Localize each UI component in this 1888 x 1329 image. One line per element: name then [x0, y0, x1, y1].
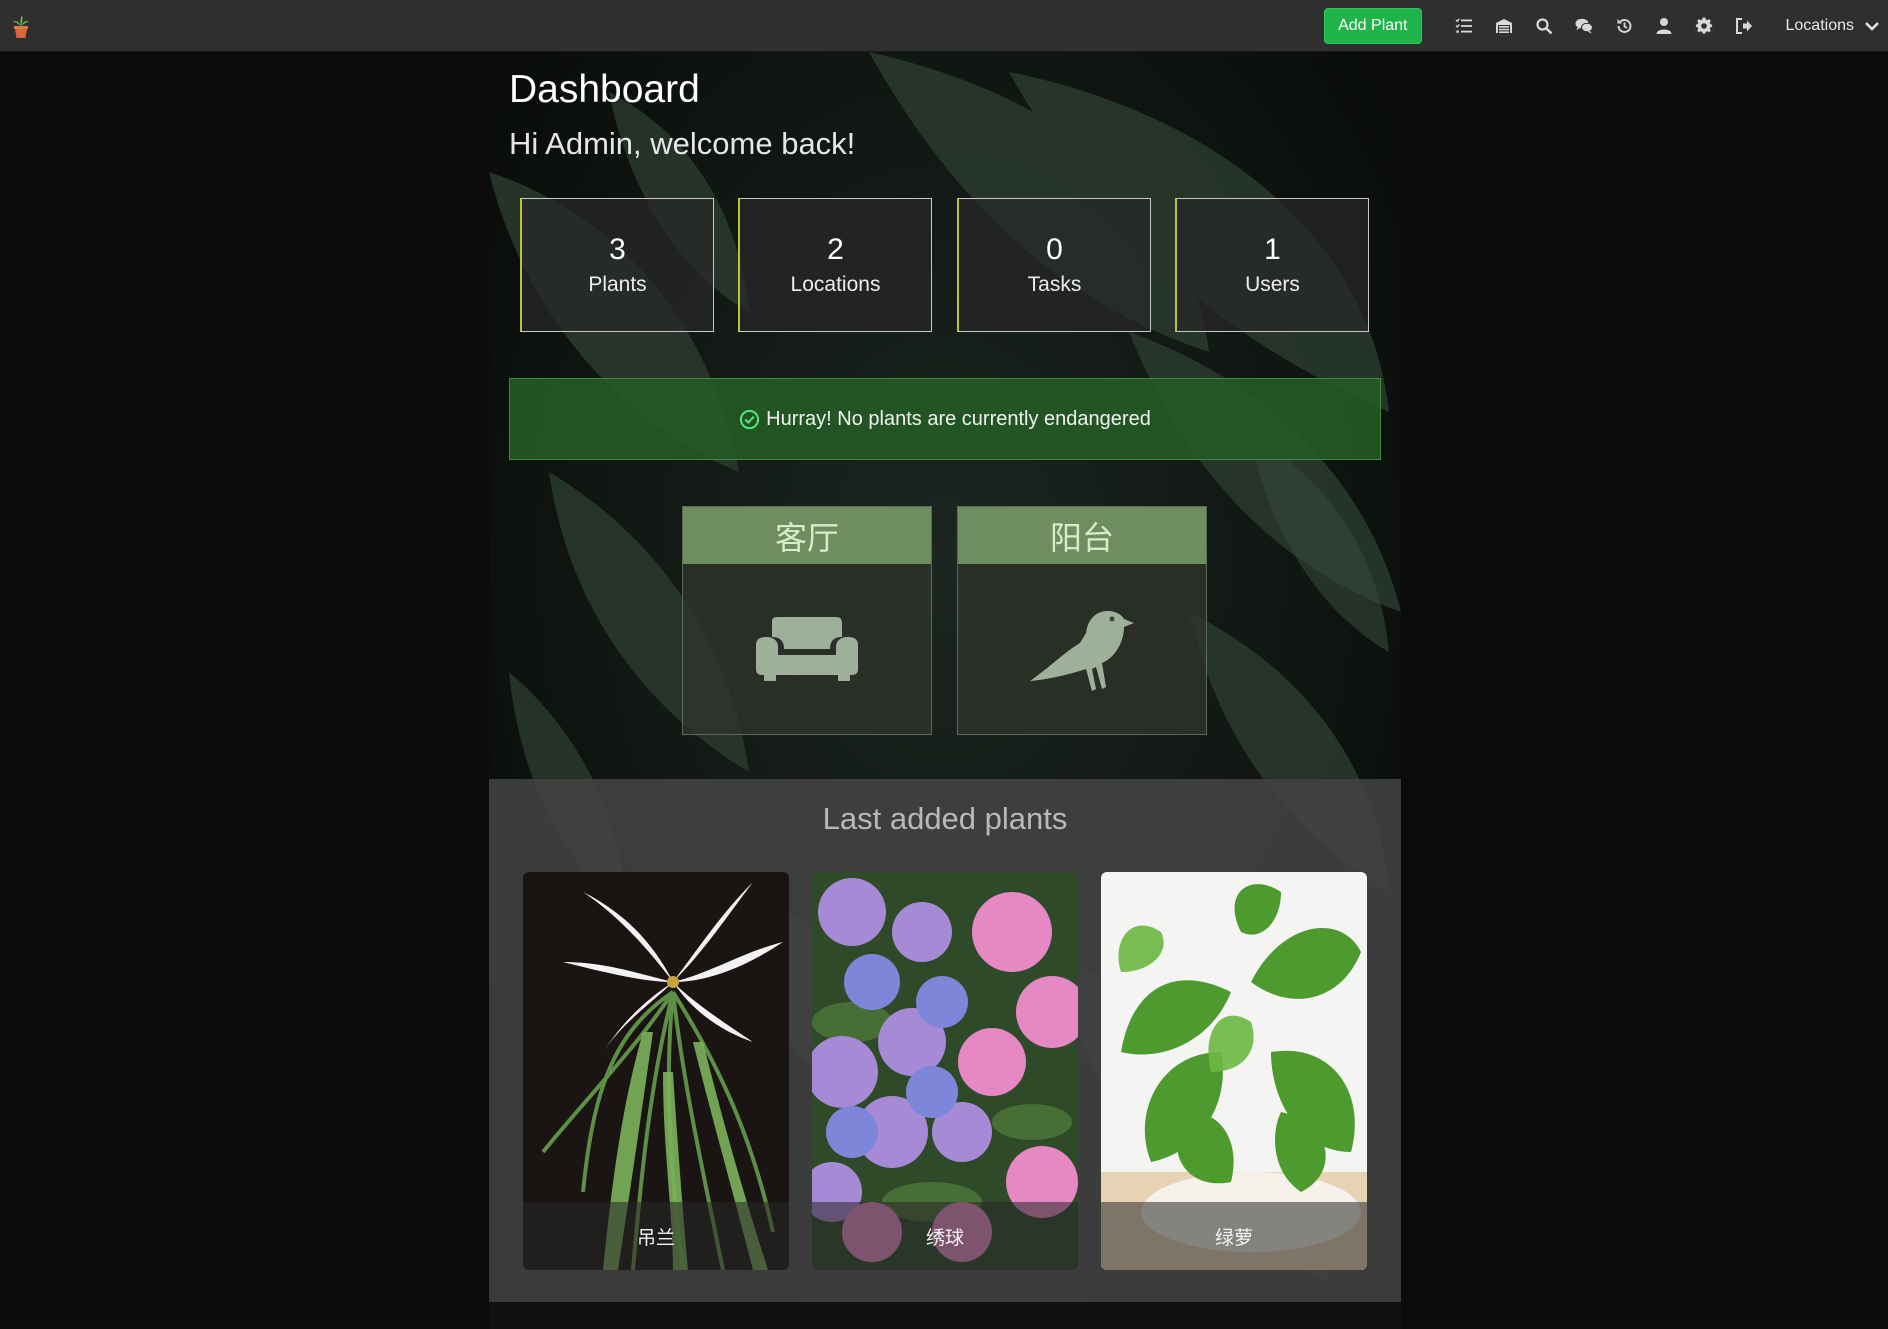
plant-card-pothos[interactable]: 绿萝 [1101, 872, 1367, 1270]
add-plant-button[interactable]: Add Plant [1324, 8, 1422, 44]
potted-plant-icon[interactable] [10, 13, 32, 39]
main-content: Dashboard Hi Admin, welcome back! 3 Plan… [489, 52, 1401, 1329]
plant-card-chlorophytum[interactable]: 吊兰 [523, 872, 789, 1270]
logout-icon[interactable] [1724, 0, 1764, 52]
recent-plants-title: Last added plants [822, 801, 1068, 836]
stat-card-users[interactable]: 1 Users [1175, 198, 1369, 332]
inventory-icon[interactable] [1484, 0, 1524, 52]
crow-icon [1030, 611, 1134, 691]
dashboard-content: Dashboard Hi Admin, welcome back! 3 Plan… [489, 52, 1401, 1329]
stat-label: Users [1245, 273, 1300, 296]
page-title: Dashboard [509, 68, 700, 111]
location-name: 阳台 [958, 507, 1206, 564]
stat-card-tasks[interactable]: 0 Tasks [957, 198, 1151, 332]
stat-value: 3 [609, 233, 626, 266]
user-icon[interactable] [1644, 0, 1684, 52]
recent-plants-section: Last added plants 吊兰 绣球 绿萝 [489, 779, 1401, 1302]
plant-name: 绣球 [812, 1202, 1078, 1270]
stat-card-plants[interactable]: 3 Plants [520, 198, 714, 332]
page-bottom [489, 1302, 1401, 1329]
stat-value: 0 [1046, 233, 1063, 266]
plant-name: 吊兰 [523, 1202, 789, 1270]
chevron-down-icon [1865, 22, 1879, 31]
stat-value: 2 [827, 233, 844, 266]
location-card-living-room[interactable]: 客厅 [682, 506, 932, 735]
couch-icon [756, 617, 858, 681]
navbar-actions: Add Plant Locations [1324, 0, 1888, 52]
stat-label: Plants [588, 273, 647, 296]
stat-value: 1 [1264, 233, 1281, 266]
status-alert: Hurray! No plants are currently endanger… [509, 378, 1381, 460]
chat-icon[interactable] [1564, 0, 1604, 52]
locations-dropdown-label: Locations [1785, 17, 1855, 34]
history-icon[interactable] [1604, 0, 1644, 52]
location-card-balcony[interactable]: 阳台 [957, 506, 1207, 735]
stat-label: Tasks [1027, 273, 1082, 296]
tasks-icon[interactable] [1444, 0, 1484, 52]
location-name: 客厅 [683, 507, 931, 564]
stat-label: Locations [790, 273, 881, 296]
locations-dropdown[interactable]: Locations [1786, 17, 1881, 35]
welcome-message: Hi Admin, welcome back! [509, 126, 856, 161]
check-circle-icon [740, 409, 760, 429]
stat-card-locations[interactable]: 2 Locations [738, 198, 932, 332]
alert-text: Hurray! No plants are currently endanger… [766, 407, 1151, 430]
top-navbar: Add Plant Locations [0, 0, 1888, 52]
settings-icon[interactable] [1684, 0, 1724, 52]
plant-card-hydrangea[interactable]: 绣球 [812, 872, 1078, 1270]
search-icon[interactable] [1524, 0, 1564, 52]
plant-name: 绿萝 [1101, 1202, 1367, 1270]
